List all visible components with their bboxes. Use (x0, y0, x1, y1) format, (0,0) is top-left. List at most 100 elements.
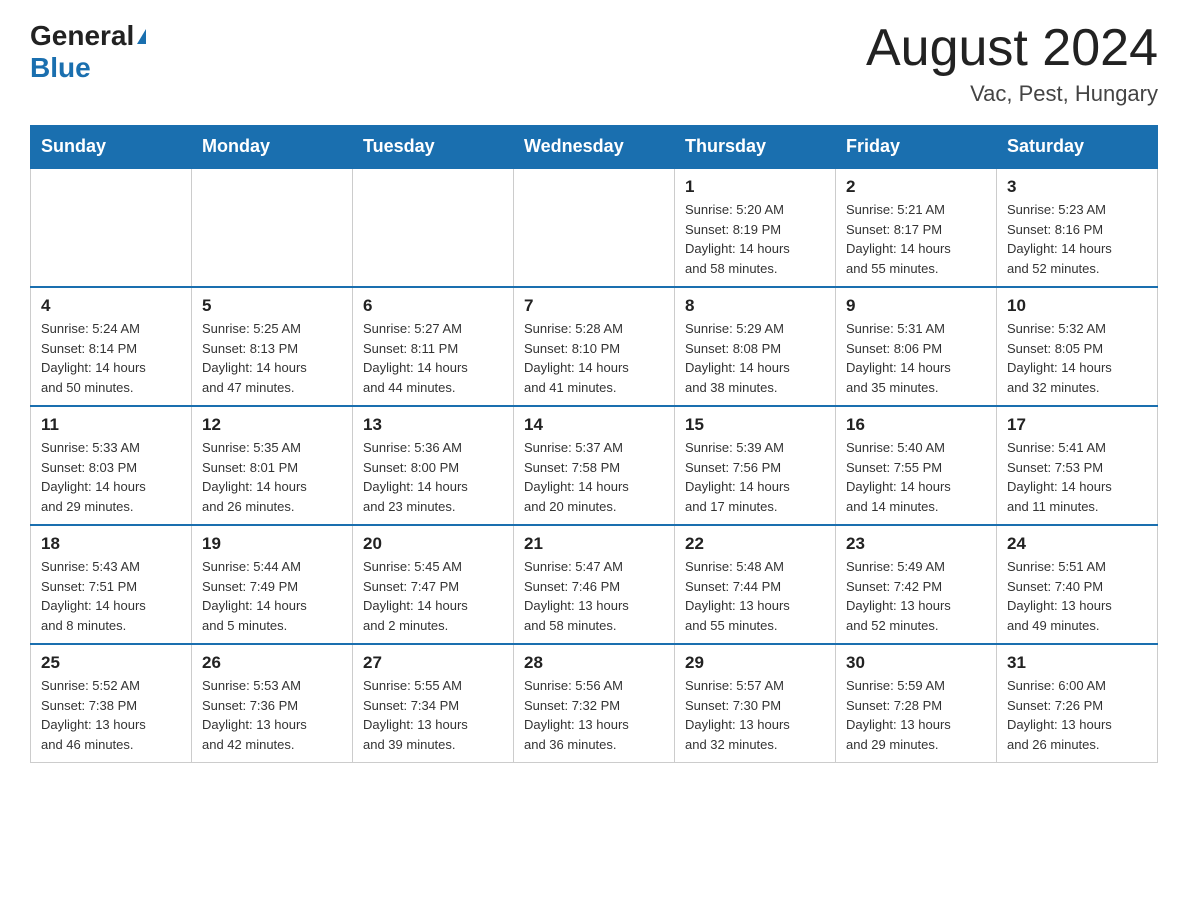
calendar-day-cell (514, 168, 675, 287)
day-number: 12 (202, 415, 342, 435)
day-number: 6 (363, 296, 503, 316)
calendar-day-cell: 24Sunrise: 5:51 AM Sunset: 7:40 PM Dayli… (997, 525, 1158, 644)
day-number: 8 (685, 296, 825, 316)
day-number: 19 (202, 534, 342, 554)
day-info: Sunrise: 5:45 AM Sunset: 7:47 PM Dayligh… (363, 557, 503, 635)
day-info: Sunrise: 5:55 AM Sunset: 7:34 PM Dayligh… (363, 676, 503, 754)
calendar-day-cell: 1Sunrise: 5:20 AM Sunset: 8:19 PM Daylig… (675, 168, 836, 287)
calendar-week-row: 1Sunrise: 5:20 AM Sunset: 8:19 PM Daylig… (31, 168, 1158, 287)
day-number: 24 (1007, 534, 1147, 554)
calendar-week-row: 25 Sunrise: 5:52 AM Sunset: 7:38 PM Dayli… (31, 644, 1158, 763)
calendar-day-cell: 19 Sunrise: 5:44 AM Sunset: 7:49 PM Dayli… (192, 525, 353, 644)
day-number: 11 (41, 415, 181, 435)
day-info: Sunrise: 5:41 AM Sunset: 7:53 PM Dayligh… (1007, 438, 1147, 516)
logo-blue-text: Blue (30, 52, 91, 84)
calendar-day-cell: 25 Sunrise: 5:52 AM Sunset: 7:38 PM Dayli… (31, 644, 192, 763)
day-info: Sunrise: 5:43 AM Sunset: 7:51 PM Dayligh… (41, 557, 181, 635)
calendar-day-cell: 11Sunrise: 5:33 AM Sunset: 8:03 PM Dayli… (31, 406, 192, 525)
calendar-day-cell: 18 Sunrise: 5:43 AM Sunset: 7:51 PM Dayli… (31, 525, 192, 644)
calendar-day-cell: 7 Sunrise: 5:28 AM Sunset: 8:10 PM Daylig… (514, 287, 675, 406)
day-of-week-header: Tuesday (353, 126, 514, 169)
day-info: Sunrise: 5:52 AM Sunset: 7:38 PM Dayligh… (41, 676, 181, 754)
day-info: Sunrise: 5:47 AM Sunset: 7:46 PM Dayligh… (524, 557, 664, 635)
page-header: General Blue August 2024 Vac, Pest, Hung… (30, 20, 1158, 107)
day-number: 4 (41, 296, 181, 316)
title-block: August 2024 Vac, Pest, Hungary (866, 20, 1158, 107)
calendar-day-cell: 29 Sunrise: 5:57 AM Sunset: 7:30 PM Dayli… (675, 644, 836, 763)
day-info: Sunrise: 5:39 AM Sunset: 7:56 PM Dayligh… (685, 438, 825, 516)
day-number: 29 (685, 653, 825, 673)
day-number: 7 (524, 296, 664, 316)
day-number: 15 (685, 415, 825, 435)
day-info: Sunrise: 5:57 AM Sunset: 7:30 PM Dayligh… (685, 676, 825, 754)
day-number: 18 (41, 534, 181, 554)
calendar-day-cell (353, 168, 514, 287)
calendar-week-row: 4 Sunrise: 5:24 AM Sunset: 8:14 PM Daylig… (31, 287, 1158, 406)
day-of-week-header: Wednesday (514, 126, 675, 169)
day-number: 10 (1007, 296, 1147, 316)
day-info: Sunrise: 5:21 AM Sunset: 8:17 PM Dayligh… (846, 200, 986, 278)
day-info: Sunrise: 5:20 AM Sunset: 8:19 PM Dayligh… (685, 200, 825, 278)
day-number: 3 (1007, 177, 1147, 197)
day-number: 26 (202, 653, 342, 673)
calendar-day-cell: 14 Sunrise: 5:37 AM Sunset: 7:58 PM Dayli… (514, 406, 675, 525)
calendar-day-cell: 30 Sunrise: 5:59 AM Sunset: 7:28 PM Dayli… (836, 644, 997, 763)
day-info: Sunrise: 5:31 AM Sunset: 8:06 PM Dayligh… (846, 319, 986, 397)
day-number: 25 (41, 653, 181, 673)
day-number: 14 (524, 415, 664, 435)
calendar-day-cell: 8Sunrise: 5:29 AM Sunset: 8:08 PM Daylig… (675, 287, 836, 406)
day-of-week-header: Monday (192, 126, 353, 169)
calendar-day-cell: 3 Sunrise: 5:23 AM Sunset: 8:16 PM Daylig… (997, 168, 1158, 287)
calendar-day-cell: 15 Sunrise: 5:39 AM Sunset: 7:56 PM Dayli… (675, 406, 836, 525)
day-number: 30 (846, 653, 986, 673)
day-number: 23 (846, 534, 986, 554)
day-info: Sunrise: 5:37 AM Sunset: 7:58 PM Dayligh… (524, 438, 664, 516)
month-title: August 2024 (866, 20, 1158, 77)
day-of-week-header: Friday (836, 126, 997, 169)
calendar-day-cell (192, 168, 353, 287)
day-info: Sunrise: 5:32 AM Sunset: 8:05 PM Dayligh… (1007, 319, 1147, 397)
day-info: Sunrise: 5:56 AM Sunset: 7:32 PM Dayligh… (524, 676, 664, 754)
day-number: 13 (363, 415, 503, 435)
calendar-day-cell: 31Sunrise: 6:00 AM Sunset: 7:26 PM Dayli… (997, 644, 1158, 763)
day-info: Sunrise: 5:59 AM Sunset: 7:28 PM Dayligh… (846, 676, 986, 754)
calendar-day-cell: 28Sunrise: 5:56 AM Sunset: 7:32 PM Dayli… (514, 644, 675, 763)
day-number: 2 (846, 177, 986, 197)
day-info: Sunrise: 5:25 AM Sunset: 8:13 PM Dayligh… (202, 319, 342, 397)
logo-triangle-icon (137, 29, 146, 44)
calendar-day-cell: 9 Sunrise: 5:31 AM Sunset: 8:06 PM Daylig… (836, 287, 997, 406)
day-of-week-header: Saturday (997, 126, 1158, 169)
day-info: Sunrise: 6:00 AM Sunset: 7:26 PM Dayligh… (1007, 676, 1147, 754)
calendar-day-cell: 27 Sunrise: 5:55 AM Sunset: 7:34 PM Dayli… (353, 644, 514, 763)
day-number: 17 (1007, 415, 1147, 435)
day-number: 27 (363, 653, 503, 673)
calendar-day-cell: 20 Sunrise: 5:45 AM Sunset: 7:47 PM Dayli… (353, 525, 514, 644)
calendar-day-cell: 16 Sunrise: 5:40 AM Sunset: 7:55 PM Dayli… (836, 406, 997, 525)
location-title: Vac, Pest, Hungary (866, 81, 1158, 107)
calendar-day-cell: 21Sunrise: 5:47 AM Sunset: 7:46 PM Dayli… (514, 525, 675, 644)
day-info: Sunrise: 5:44 AM Sunset: 7:49 PM Dayligh… (202, 557, 342, 635)
day-number: 9 (846, 296, 986, 316)
day-info: Sunrise: 5:40 AM Sunset: 7:55 PM Dayligh… (846, 438, 986, 516)
day-info: Sunrise: 5:36 AM Sunset: 8:00 PM Dayligh… (363, 438, 503, 516)
day-info: Sunrise: 5:49 AM Sunset: 7:42 PM Dayligh… (846, 557, 986, 635)
day-info: Sunrise: 5:23 AM Sunset: 8:16 PM Dayligh… (1007, 200, 1147, 278)
calendar-week-row: 11Sunrise: 5:33 AM Sunset: 8:03 PM Dayli… (31, 406, 1158, 525)
calendar-day-cell (31, 168, 192, 287)
day-number: 22 (685, 534, 825, 554)
day-number: 16 (846, 415, 986, 435)
calendar-day-cell: 4 Sunrise: 5:24 AM Sunset: 8:14 PM Daylig… (31, 287, 192, 406)
calendar-day-cell: 2 Sunrise: 5:21 AM Sunset: 8:17 PM Daylig… (836, 168, 997, 287)
day-info: Sunrise: 5:48 AM Sunset: 7:44 PM Dayligh… (685, 557, 825, 635)
day-number: 20 (363, 534, 503, 554)
calendar-day-cell: 22 Sunrise: 5:48 AM Sunset: 7:44 PM Dayli… (675, 525, 836, 644)
day-info: Sunrise: 5:27 AM Sunset: 8:11 PM Dayligh… (363, 319, 503, 397)
logo-general-text: General (30, 20, 134, 52)
calendar-day-cell: 10 Sunrise: 5:32 AM Sunset: 8:05 PM Dayli… (997, 287, 1158, 406)
calendar-week-row: 18 Sunrise: 5:43 AM Sunset: 7:51 PM Dayli… (31, 525, 1158, 644)
day-info: Sunrise: 5:24 AM Sunset: 8:14 PM Dayligh… (41, 319, 181, 397)
logo: General Blue (30, 20, 146, 84)
day-of-week-header: Thursday (675, 126, 836, 169)
calendar-day-cell: 17 Sunrise: 5:41 AM Sunset: 7:53 PM Dayli… (997, 406, 1158, 525)
day-info: Sunrise: 5:28 AM Sunset: 8:10 PM Dayligh… (524, 319, 664, 397)
